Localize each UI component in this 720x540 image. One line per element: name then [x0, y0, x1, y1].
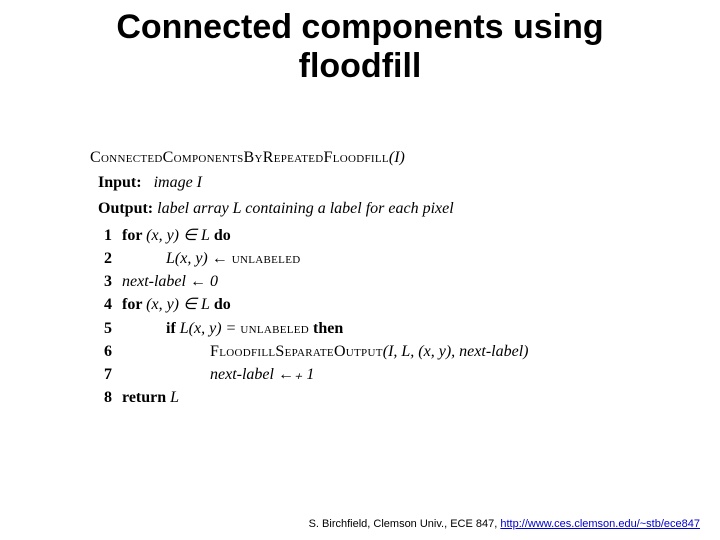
line-number: 1 [90, 224, 112, 247]
code-line-4: for (x, y) ∈ L do [122, 293, 690, 316]
line-number: 6 [90, 340, 112, 363]
algo-body: 1 for (x, y) ∈ L do 2 L(x, y) ← unlabele… [90, 224, 690, 410]
code-line-3: next-label ← 0 [122, 270, 690, 293]
output-text: label array L containing a label for eac… [157, 200, 454, 217]
line-number: 2 [90, 247, 112, 270]
code-line-1: for (x, y) ∈ L do [122, 224, 690, 247]
output-label: Output: [98, 200, 153, 217]
algo-input: Input: image I [90, 171, 690, 194]
algo-arg: (I) [389, 149, 405, 166]
footer: S. Birchfield, Clemson Univ., ECE 847, h… [309, 518, 700, 530]
algorithm-block: ConnectedComponentsByRepeatedFloodfill(I… [90, 146, 690, 409]
line-number: 3 [90, 270, 112, 293]
footer-link[interactable]: http://www.ces.clemson.edu/~stb/ece847 [500, 518, 700, 530]
input-text: image I [154, 174, 202, 191]
line-number: 8 [90, 386, 112, 409]
code-line-8: return L [122, 386, 690, 409]
algo-header: ConnectedComponentsByRepeatedFloodfill(I… [90, 146, 690, 169]
code-line-7: next-label ←₊ 1 [122, 363, 690, 386]
line-number: 5 [90, 317, 112, 340]
code-line-6: FloodfillSeparateOutput(I, L, (x, y), ne… [122, 340, 690, 363]
title-line-2: floodfill [299, 47, 422, 85]
algo-output: Output: label array L containing a label… [90, 197, 690, 220]
code-line-2: L(x, y) ← unlabeled [122, 247, 690, 270]
line-number: 4 [90, 293, 112, 316]
footer-prefix: S. Birchfield, Clemson Univ., ECE 847, [309, 518, 501, 530]
algo-name: ConnectedComponentsByRepeatedFloodfill [90, 149, 389, 166]
line-number: 7 [90, 363, 112, 386]
page-title: Connected components using floodfill [30, 8, 690, 86]
slide: Connected components using floodfill Con… [0, 0, 720, 540]
title-line-1: Connected components using [116, 8, 603, 46]
code-line-5: if L(x, y) = unlabeled then [122, 317, 690, 340]
input-label: Input: [98, 174, 142, 191]
